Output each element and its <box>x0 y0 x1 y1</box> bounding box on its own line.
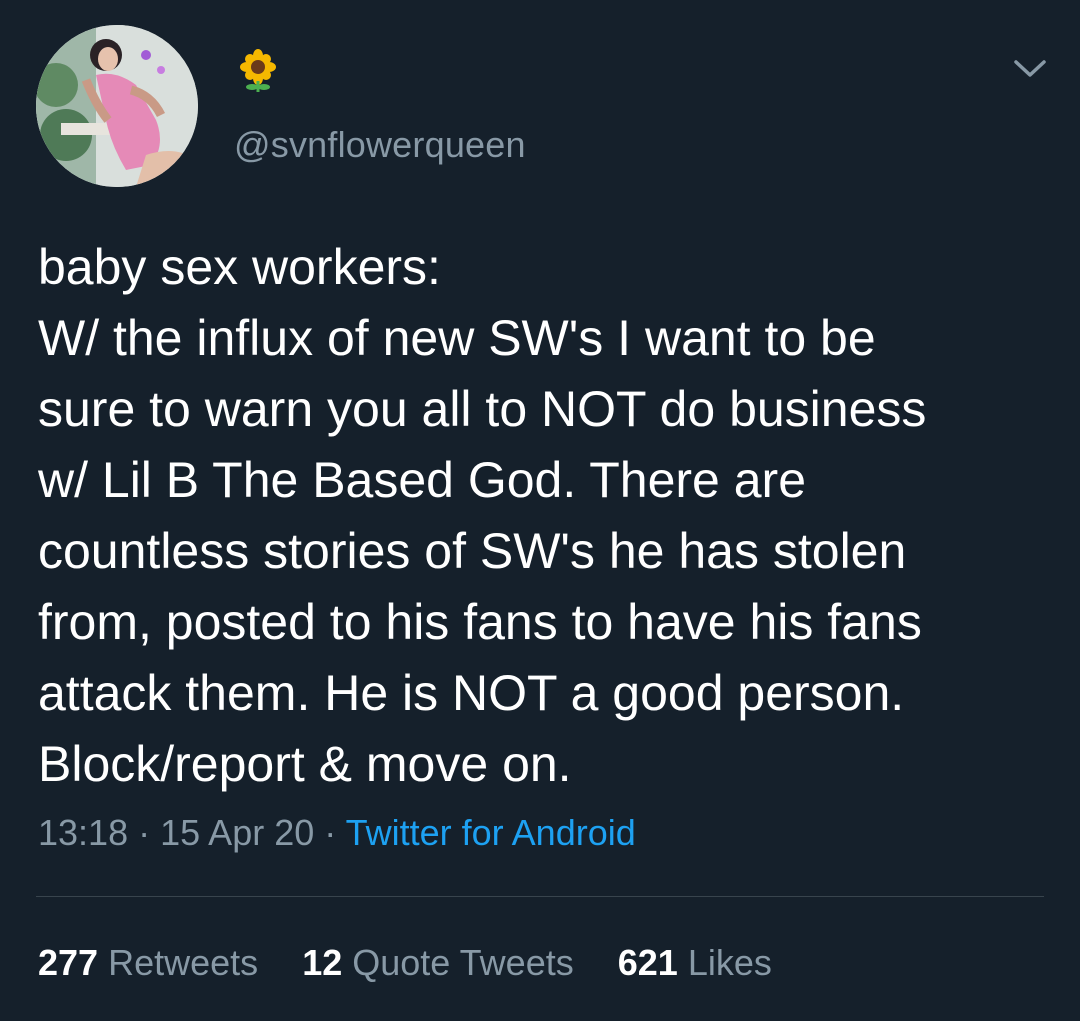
quote-tweets-label: Quote Tweets <box>352 942 574 983</box>
tweet-time: 13:18 <box>38 812 129 853</box>
quote-tweets-count: 12 <box>302 942 343 983</box>
avatar-photo <box>36 25 198 187</box>
chevron-down-icon[interactable] <box>1012 56 1048 80</box>
quote-tweets-stat[interactable]: 12 Quote Tweets <box>302 942 584 983</box>
retweets-count: 277 <box>38 942 99 983</box>
tweet-source-link[interactable]: Twitter for Android <box>346 812 636 853</box>
tweet-text-line: attack them. He is NOT a good person. <box>38 665 905 721</box>
user-handle[interactable]: @svnflowerqueen <box>234 124 526 166</box>
tweet-text-line: from, posted to his fans to have his fan… <box>38 594 922 650</box>
tweet-text: baby sex workers: W/ the influx of new S… <box>38 232 1048 800</box>
separator: · <box>138 812 151 853</box>
sunflower-emoji-icon <box>236 48 280 92</box>
separator: · <box>324 812 337 853</box>
divider <box>36 896 1044 897</box>
tweet-text-line: sure to warn you all to NOT do business <box>38 381 927 437</box>
tweet-text-line: W/ the influx of new SW's I want to be <box>38 310 876 366</box>
tweet-date: 15 Apr 20 <box>160 812 315 853</box>
tweet-metadata: 13:18 · 15 Apr 20 · Twitter for Android <box>38 812 636 854</box>
engagement-stats: 277 Retweets 12 Quote Tweets 621 Likes <box>38 942 806 984</box>
retweets-label: Retweets <box>108 942 259 983</box>
likes-stat[interactable]: 621 Likes <box>618 942 772 983</box>
tweet-text-line: countless stories of SW's he has stolen <box>38 523 907 579</box>
likes-count: 621 <box>617 942 678 983</box>
avatar[interactable] <box>36 25 198 187</box>
tweet-detail: @svnflowerqueen baby sex workers: W/ the… <box>0 0 1080 1021</box>
retweets-stat[interactable]: 277 Retweets <box>38 942 268 983</box>
tweet-text-line: Block/report & move on. <box>38 736 572 792</box>
tweet-text-line: w/ Lil B The Based God. There are <box>38 452 807 508</box>
likes-label: Likes <box>687 942 772 983</box>
tweet-text-line: baby sex workers: <box>38 239 441 295</box>
